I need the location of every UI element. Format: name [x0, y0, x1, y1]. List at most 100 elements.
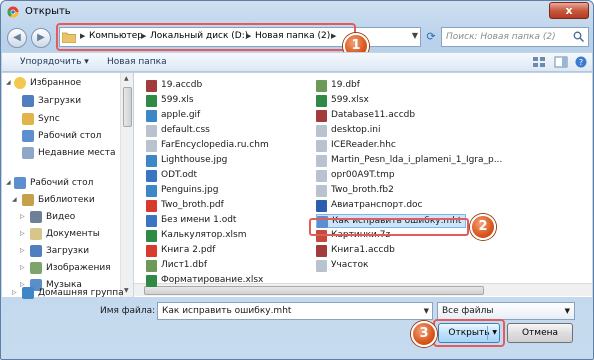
file-name: Лист1.dbf	[161, 260, 207, 270]
homegroup-icon	[22, 287, 34, 299]
file-name: ICEReader.hhc	[331, 140, 396, 150]
nav-label: Избранное	[30, 78, 82, 88]
file-icon	[146, 95, 157, 107]
file-icon	[146, 155, 157, 167]
file-name: Martin_Pesn_lda_i_plameni_1_Igra_p...	[331, 155, 503, 165]
nav-item-pictures[interactable]: ▷ Изображения	[2, 261, 120, 276]
file-name: Без имени 1.odt	[161, 215, 237, 225]
close-button[interactable]: x	[549, 2, 589, 19]
nav-label: Рабочий стол	[30, 178, 94, 188]
downloads-icon	[30, 245, 42, 257]
file-list[interactable]: 19.accdb 599.xls apple.gif default.css FarEn…	[134, 73, 592, 297]
nav-item-downloads[interactable]: Загрузки	[2, 94, 120, 109]
search-placeholder: Поиск: Новая папка (2)	[446, 32, 556, 42]
file-name: Калькулятор.xlsm	[161, 230, 247, 240]
file-icon	[316, 95, 327, 107]
expand-icon[interactable]: ▷	[20, 230, 25, 237]
selected-file-highlight	[309, 218, 469, 236]
folder-icon	[22, 113, 34, 125]
back-button[interactable]: ◀	[7, 28, 27, 48]
recent-places-icon	[22, 147, 34, 159]
video-icon	[30, 211, 42, 223]
file-icon	[146, 170, 157, 182]
title-bar: Открыть x	[1, 1, 593, 23]
file-type-select[interactable]: Все файлы ▼	[437, 302, 575, 320]
file-name: 599.xlsx	[331, 95, 369, 105]
address-highlight	[56, 23, 356, 51]
address-dropdown-icon[interactable]: ▼	[412, 31, 418, 40]
forward-button[interactable]: ▶	[31, 28, 51, 48]
open-file-dialog: Открыть x ◀ ▶ ▶ Компьютер ▶ Локальный ди…	[0, 0, 594, 360]
nav-label: Недавние места	[38, 148, 116, 158]
nav-item-homegroup[interactable]: ▷ Домашняя группа	[2, 286, 132, 301]
search-icon	[573, 31, 584, 42]
file-name: Книга1.accdb	[331, 245, 395, 255]
organize-menu[interactable]: Упорядочить ▾	[20, 57, 89, 67]
file-name: Авиатранспорт.doc	[331, 200, 423, 210]
chevron-down-icon[interactable]: ▼	[424, 307, 429, 315]
file-icon	[146, 275, 157, 287]
file-icon	[146, 215, 157, 227]
file-icon	[316, 185, 327, 197]
file-name: Lighthouse.jpg	[161, 155, 228, 165]
search-input[interactable]: Поиск: Новая папка (2)	[441, 27, 589, 47]
file-icon	[146, 230, 157, 242]
expand-icon[interactable]: ▷	[20, 264, 25, 271]
file-icon	[316, 170, 327, 182]
step-badge-3: 3	[411, 321, 437, 347]
filename-label: Имя файла:	[100, 306, 156, 316]
forward-arrow-icon: ▶	[37, 32, 45, 43]
nav-item-favorites[interactable]: ◢ Избранное	[2, 76, 120, 91]
nav-item-recent[interactable]: Недавние места	[2, 146, 120, 161]
nav-item-downloads-lib[interactable]: ▷ Загрузки	[2, 244, 120, 259]
collapse-icon[interactable]: ◢	[6, 79, 11, 86]
file-name: apple.gif	[161, 110, 201, 120]
collapse-icon[interactable]: ◢	[6, 179, 11, 186]
scroll-up-icon[interactable]: ▲	[124, 75, 129, 82]
back-arrow-icon: ◀	[13, 32, 21, 43]
svg-text:?: ?	[579, 58, 583, 67]
file-icon	[146, 245, 157, 257]
file-icon	[146, 125, 157, 137]
nav-label: Изображения	[46, 263, 111, 273]
nav-scrollbar[interactable]: ▲ ▼	[120, 73, 133, 297]
documents-icon	[30, 228, 42, 240]
help-icon[interactable]: ?	[574, 56, 588, 68]
chevron-down-icon: ▼	[564, 307, 570, 315]
file-icon	[146, 80, 157, 92]
nav-item-video[interactable]: ▷ Видео	[2, 210, 120, 225]
nav-item-libraries[interactable]: ◢ Библиотеки	[2, 193, 120, 208]
navigation-pane[interactable]: ◢ Избранное Загрузки Sync Рабочий стол Н…	[2, 73, 133, 297]
nav-item-documents[interactable]: ▷ Документы	[2, 227, 120, 242]
file-name: FarEncyclopedia.ru.chm	[161, 140, 269, 150]
expand-icon[interactable]: ▷	[12, 289, 17, 296]
open-button-highlight	[433, 319, 505, 347]
nav-label: Библиотеки	[38, 195, 95, 205]
file-type-value: Все файлы	[442, 306, 494, 316]
collapse-icon[interactable]: ◢	[12, 196, 17, 203]
scroll-thumb[interactable]	[144, 286, 484, 295]
file-name: default.css	[161, 125, 210, 135]
file-name: opr00A9T.tmp	[331, 170, 395, 180]
filename-input[interactable]: Как исправить ошибку.mht ▼	[157, 302, 433, 320]
nav-label: Домашняя группа	[38, 288, 124, 298]
nav-item-sync[interactable]: Sync	[2, 112, 120, 127]
refresh-icon[interactable]: ⟳	[423, 28, 439, 46]
file-icon	[146, 185, 157, 197]
nav-label: Загрузки	[46, 246, 90, 256]
desktop-icon	[14, 177, 26, 189]
nav-item-desktop-root[interactable]: ◢ Рабочий стол	[2, 176, 120, 191]
expand-icon[interactable]: ▷	[20, 247, 25, 254]
downloads-icon	[22, 95, 34, 107]
nav-item-desktop[interactable]: Рабочий стол	[2, 129, 120, 144]
preview-pane-icon[interactable]	[554, 56, 568, 68]
file-name: Участок	[331, 260, 369, 270]
nav-label: Sync	[38, 114, 60, 124]
cancel-button[interactable]: Отмена	[507, 323, 573, 343]
file-icon	[146, 260, 157, 272]
view-options-icon[interactable]	[532, 56, 546, 68]
scroll-thumb[interactable]	[123, 87, 132, 127]
new-folder-button[interactable]: Новая папка	[107, 57, 167, 67]
file-icon	[316, 155, 327, 167]
expand-icon[interactable]: ▷	[20, 213, 25, 220]
